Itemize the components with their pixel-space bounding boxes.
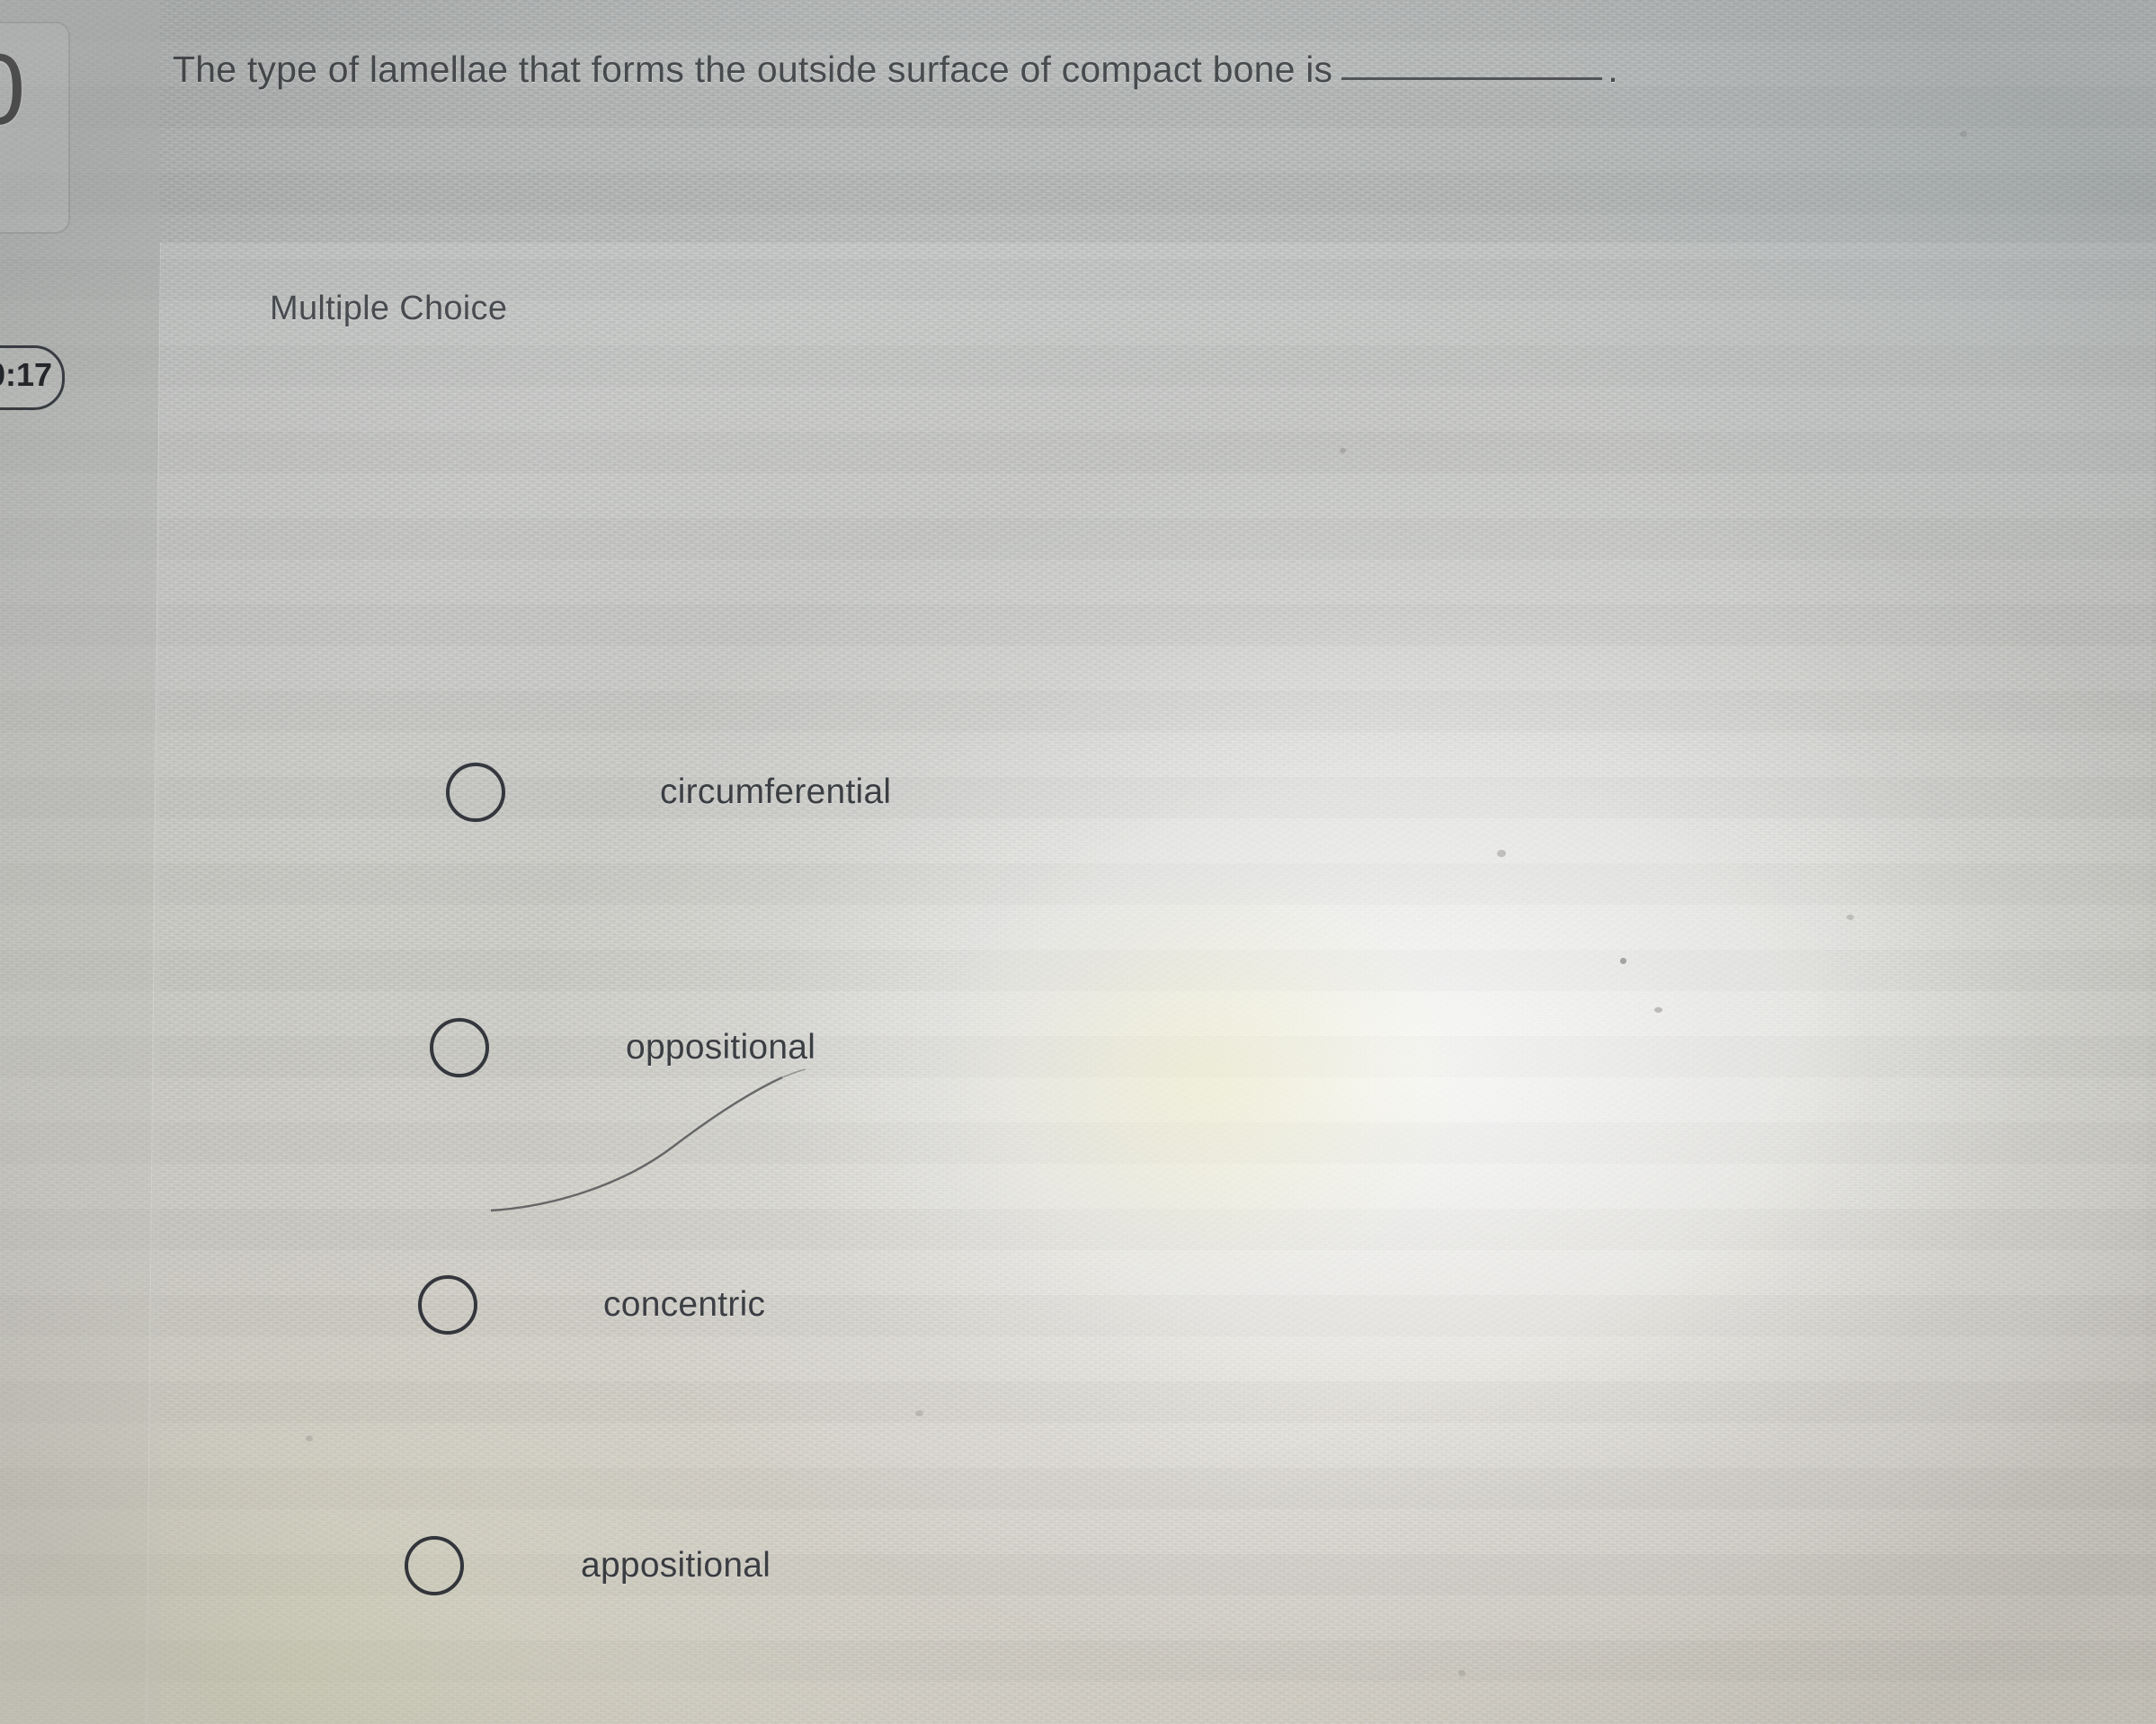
answer-option-label: appositional <box>581 1546 771 1585</box>
question-type-label: Multiple Choice <box>270 290 508 327</box>
answer-option-label: oppositional <box>626 1028 816 1067</box>
question-card: Multiple Choice circumferential oppositi… <box>146 243 2156 1724</box>
question-stem-text: The type of lamellae that forms the outs… <box>173 49 1333 90</box>
radio-button-concentric[interactable] <box>418 1275 477 1335</box>
radio-button-appositional[interactable] <box>405 1536 464 1595</box>
timer-value: 0:17 <box>0 356 53 393</box>
photographed-screen: 0 0:17 The type of lamellae that forms t… <box>0 0 2156 1724</box>
question-text: The type of lamellae that forms the outs… <box>173 47 1971 92</box>
screen-glare <box>0 0 2156 207</box>
clock-partial-icon: 0 <box>0 40 25 140</box>
question-stem-terminator: . <box>1608 49 1618 90</box>
radio-button-oppositional[interactable] <box>430 1018 489 1077</box>
dust-speck <box>1960 131 1967 137</box>
answer-option-label: circumferential <box>660 773 892 811</box>
answer-option-circumferential[interactable]: circumferential <box>446 763 891 822</box>
radio-button-circumferential[interactable] <box>446 763 505 822</box>
answer-option-label: concentric <box>603 1285 766 1324</box>
answer-option-appositional[interactable]: appositional <box>405 1536 771 1595</box>
sidebar-rail <box>0 0 160 1724</box>
answer-option-concentric[interactable]: concentric <box>418 1275 765 1335</box>
answer-option-oppositional[interactable]: oppositional <box>430 1018 815 1077</box>
answer-blank <box>1341 77 1603 80</box>
